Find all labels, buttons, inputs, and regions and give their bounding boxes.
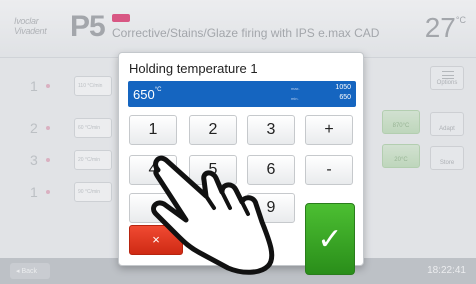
- key-3[interactable]: 3: [247, 115, 295, 145]
- key-2[interactable]: 2: [189, 115, 237, 145]
- pointing-hand-icon: [151, 155, 275, 275]
- value-display: 650°C max. 1050 min. 650: [128, 81, 356, 107]
- checkmark-icon: ✓: [317, 223, 343, 256]
- confirm-button[interactable]: ✓: [305, 203, 355, 275]
- entered-value: 650°C: [133, 87, 161, 102]
- max-value: 1050: [335, 84, 351, 91]
- dialog-title: Holding temperature 1: [129, 61, 258, 76]
- value-unit: °C: [154, 87, 162, 93]
- min-label: min.: [291, 96, 299, 101]
- key-1[interactable]: 1: [129, 115, 177, 145]
- max-label: max.: [291, 86, 300, 91]
- key-plus[interactable]: +: [305, 115, 353, 145]
- key-minus[interactable]: -: [305, 155, 353, 185]
- value-limits: max. 1050 min. 650: [291, 84, 351, 104]
- furnace-screen: Ivoclar Vivadent P5 Corrective/Stains/Gl…: [0, 0, 476, 284]
- min-value: 650: [339, 94, 351, 101]
- value-number: 650: [133, 87, 155, 102]
